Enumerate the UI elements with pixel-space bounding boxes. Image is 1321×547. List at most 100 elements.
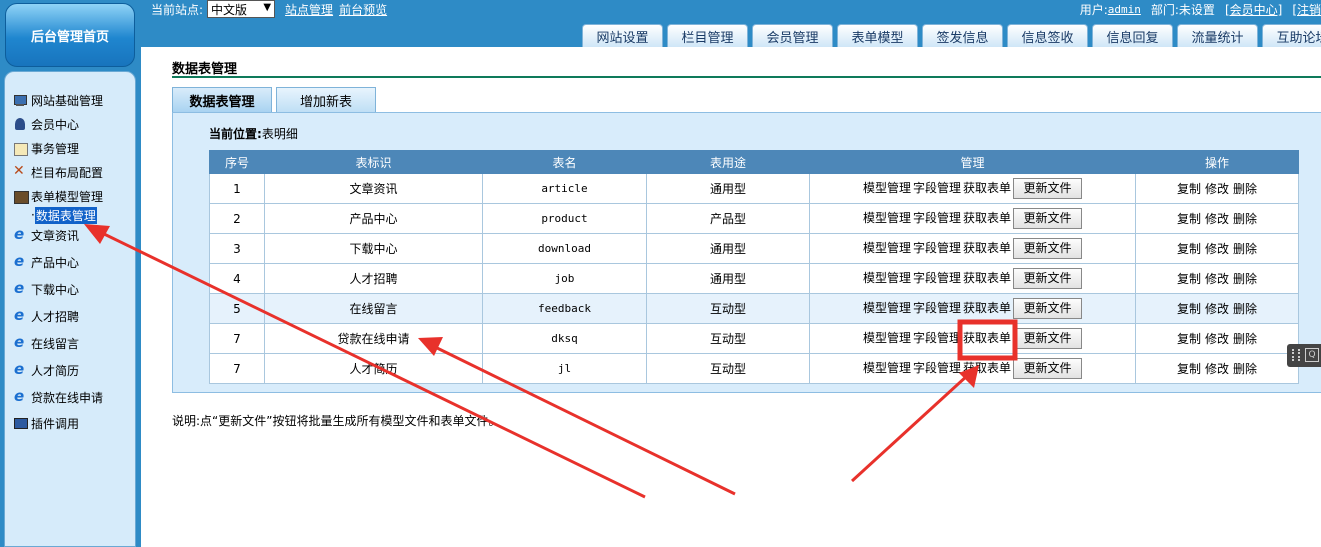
sidebar-item-column-layout[interactable]: 栏目布局配置 (13, 160, 103, 184)
cell-label: 文章资讯 (264, 173, 483, 204)
user-label: 用户: (1079, 2, 1108, 17)
edit-link[interactable]: 修改 (1205, 242, 1229, 256)
field-manage-link[interactable]: 字段管理 (913, 301, 961, 315)
update-file-button[interactable]: 更新文件 (1013, 268, 1083, 289)
field-manage-link[interactable]: 字段管理 (913, 241, 961, 255)
field-manage-link[interactable]: 字段管理 (913, 361, 961, 375)
site-manage-link[interactable]: 站点管理 (285, 1, 333, 18)
sidebar-item-product[interactable]: 产品中心 (13, 249, 103, 276)
sidebar-item-form-model[interactable]: 表单模型管理 (13, 184, 103, 208)
update-file-button[interactable]: 更新文件 (1013, 238, 1083, 259)
model-manage-link[interactable]: 模型管理 (863, 181, 911, 195)
get-form-link[interactable]: 获取表单 (963, 181, 1011, 195)
sidebar-item-feedback[interactable]: 在线留言 (13, 330, 103, 357)
get-form-link[interactable]: 获取表单 (963, 361, 1011, 375)
model-manage-link[interactable]: 模型管理 (863, 301, 911, 315)
site-select[interactable]: 中文版 ▼ (207, 0, 276, 18)
cell-ops: 复制 修改 删除 (1135, 293, 1299, 324)
cell-ops: 复制 修改 删除 (1135, 263, 1299, 294)
edit-link[interactable]: 修改 (1205, 182, 1229, 196)
member-center-link[interactable]: [会员中心] (1225, 1, 1282, 18)
table-row: 1 文章资讯 article 通用型 模型管理 字段管理 获取表单 更新文件 复制 修改 删除 (209, 173, 1299, 204)
nav-tab[interactable]: 信息回复 (1092, 24, 1173, 47)
tab-datatable-manage[interactable]: 数据表管理 (172, 87, 272, 112)
sidebar-item-download[interactable]: 下载中心 (13, 276, 103, 303)
delete-link[interactable]: 删除 (1233, 212, 1257, 226)
sidebar-item-job[interactable]: 人才招聘 (13, 303, 103, 330)
nav-tab[interactable]: 会员管理 (752, 24, 833, 47)
nav-tab[interactable]: 表单模型 (837, 24, 918, 47)
nav-tab[interactable]: 网站设置 (582, 24, 663, 47)
logout-link[interactable]: [注销 (1292, 1, 1321, 18)
copy-link[interactable]: 复制 (1177, 332, 1201, 346)
sidebar-item-resume[interactable]: 人才简历 (13, 357, 103, 384)
ie-icon (13, 252, 28, 270)
copy-link[interactable]: 复制 (1177, 182, 1201, 196)
update-file-button[interactable]: 更新文件 (1013, 178, 1083, 199)
sidebar-item-affairs[interactable]: 事务管理 (13, 136, 103, 160)
get-form-link[interactable]: 获取表单 (963, 301, 1011, 315)
model-manage-link[interactable]: 模型管理 (863, 271, 911, 285)
floating-toolbar[interactable]: Q (1287, 344, 1321, 367)
help-note: 说明:点“更新文件”按钮将批量生成所有模型文件和表单文件。 (172, 414, 501, 428)
user-name-link[interactable]: admin (1108, 3, 1141, 16)
nav-tab[interactable]: 信息签收 (1007, 24, 1088, 47)
field-manage-link[interactable]: 字段管理 (913, 211, 961, 225)
edit-link[interactable]: 修改 (1205, 362, 1229, 376)
delete-link[interactable]: 删除 (1233, 332, 1257, 346)
cell-manage: 模型管理 字段管理 获取表单 更新文件 (809, 263, 1136, 294)
front-preview-link[interactable]: 前台预览 (339, 1, 387, 18)
cell-ops: 复制 修改 删除 (1135, 233, 1299, 264)
delete-link[interactable]: 删除 (1233, 182, 1257, 196)
model-manage-link[interactable]: 模型管理 (863, 361, 911, 375)
sidebar-subitem-datatable[interactable]: · 数据表管理 (13, 206, 103, 224)
update-file-button[interactable]: 更新文件 (1013, 358, 1083, 379)
delete-link[interactable]: 删除 (1233, 362, 1257, 376)
sidebar-item-label: 人才招聘 (31, 310, 80, 324)
copy-link[interactable]: 复制 (1177, 302, 1201, 316)
nav-tab[interactable]: 签发信息 (922, 24, 1003, 47)
field-manage-link[interactable]: 字段管理 (913, 331, 961, 345)
delete-link[interactable]: 删除 (1233, 272, 1257, 286)
edit-link[interactable]: 修改 (1205, 212, 1229, 226)
copy-link[interactable]: 复制 (1177, 242, 1201, 256)
get-form-link[interactable]: 获取表单 (963, 331, 1011, 345)
model-manage-link[interactable]: 模型管理 (863, 211, 911, 225)
cell-ops: 复制 修改 删除 (1135, 353, 1299, 384)
nav-tab[interactable]: 互助论坛 (1262, 24, 1321, 47)
nav-tab[interactable]: 栏目管理 (667, 24, 748, 47)
site-select-value: 中文版 (211, 2, 248, 17)
edit-link[interactable]: 修改 (1205, 302, 1229, 316)
model-manage-link[interactable]: 模型管理 (863, 331, 911, 345)
cell-manage: 模型管理 字段管理 获取表单 更新文件 (809, 233, 1136, 264)
copy-link[interactable]: 复制 (1177, 272, 1201, 286)
field-manage-link[interactable]: 字段管理 (913, 271, 961, 285)
sidebar-item-plugin[interactable]: 插件调用 (13, 411, 103, 435)
ie-icon (13, 225, 28, 243)
update-file-button[interactable]: 更新文件 (1013, 328, 1083, 349)
sidebar-item-loan[interactable]: 贷款在线申请 (13, 384, 103, 411)
sidebar-item-member-center[interactable]: 会员中心 (13, 112, 103, 136)
nav-tab[interactable]: 流量统计 (1177, 24, 1258, 47)
edit-link[interactable]: 修改 (1205, 272, 1229, 286)
edit-link[interactable]: 修改 (1205, 332, 1229, 346)
delete-link[interactable]: 删除 (1233, 242, 1257, 256)
update-file-button[interactable]: 更新文件 (1013, 298, 1083, 319)
sidebar-item-site-basic[interactable]: 网站基础管理 (13, 88, 103, 112)
copy-link[interactable]: 复制 (1177, 362, 1201, 376)
sidebar-list: 网站基础管理 会员中心 事务管理 栏目布局配置 表单模型管理 · 数据表管理 文… (13, 88, 103, 435)
delete-link[interactable]: 删除 (1233, 302, 1257, 316)
model-manage-link[interactable]: 模型管理 (863, 241, 911, 255)
sidebar-item-article[interactable]: 文章资讯 (13, 222, 103, 249)
copy-link[interactable]: 复制 (1177, 212, 1201, 226)
tab-add-table[interactable]: 增加新表 (276, 87, 376, 112)
user-icon (13, 117, 28, 131)
get-form-link[interactable]: 获取表单 (963, 271, 1011, 285)
update-file-button[interactable]: 更新文件 (1013, 208, 1083, 229)
field-manage-link[interactable]: 字段管理 (913, 181, 961, 195)
table-row: 3 下载中心 download 通用型 模型管理 字段管理 获取表单 更新文件 复制 修改 删除 (209, 233, 1299, 264)
get-form-link[interactable]: 获取表单 (963, 241, 1011, 255)
admin-home-button[interactable]: 后台管理首页 (5, 3, 135, 67)
cell-label: 人才招聘 (264, 263, 483, 294)
get-form-link[interactable]: 获取表单 (963, 211, 1011, 225)
